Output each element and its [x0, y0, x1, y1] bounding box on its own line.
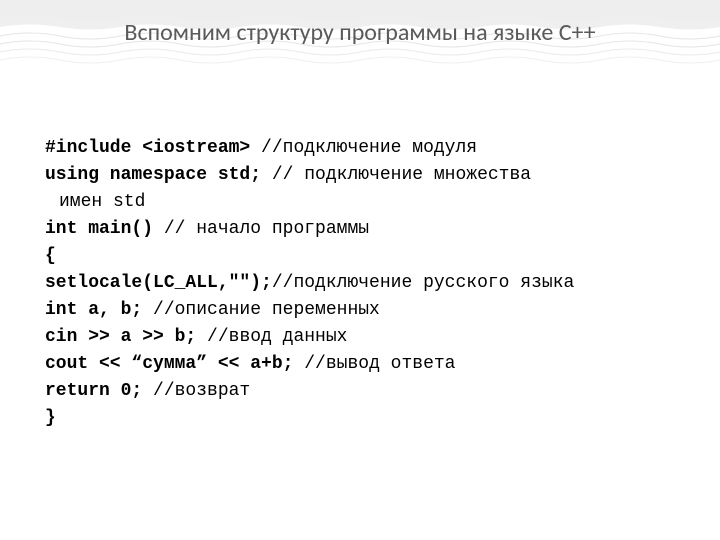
- code-line-8: cout << “сумма” << a+b; //вывод ответа: [45, 351, 685, 378]
- code-keyword: int main(): [45, 219, 153, 239]
- code-comment: // начало программы: [153, 219, 369, 239]
- code-block: #include <iostream> //подключение модуля…: [45, 135, 685, 432]
- code-comment: //возврат: [142, 381, 250, 401]
- slide: Вспомним структуру программы на языке С+…: [0, 0, 720, 540]
- code-comment: //описание переменных: [142, 300, 380, 320]
- code-brace: }: [45, 408, 56, 428]
- code-keyword: setlocale(LC_ALL,"");: [45, 273, 272, 293]
- code-line-3: int main() // начало программы: [45, 216, 685, 243]
- code-comment-cont: имен std: [45, 189, 685, 216]
- code-line-9: return 0; //возврат: [45, 378, 685, 405]
- code-line-6: int a, b; //описание переменных: [45, 297, 685, 324]
- code-line-7: cin >> a >> b; //ввод данных: [45, 324, 685, 351]
- code-comment: // подключение множества: [261, 165, 531, 185]
- code-line-4: {: [45, 243, 685, 270]
- code-brace: {: [45, 246, 56, 266]
- code-line-2: using namespace std; // подключение множ…: [45, 162, 685, 216]
- code-line-1: #include <iostream> //подключение модуля: [45, 135, 685, 162]
- code-keyword: int a, b;: [45, 300, 142, 320]
- code-comment: //подключение модуля: [250, 138, 477, 158]
- code-keyword: return 0;: [45, 381, 142, 401]
- code-keyword: cout << “сумма” << a+b;: [45, 354, 293, 374]
- code-line-5: setlocale(LC_ALL,"");//подключение русск…: [45, 270, 685, 297]
- slide-title: Вспомним структуру программы на языке С+…: [0, 18, 720, 47]
- code-comment: //вывод ответа: [293, 354, 455, 374]
- code-keyword: using namespace std;: [45, 165, 261, 185]
- code-comment: //подключение русского языка: [272, 273, 574, 293]
- code-line-10: }: [45, 405, 685, 432]
- code-keyword: #include <iostream>: [45, 138, 250, 158]
- code-comment: //ввод данных: [196, 327, 347, 347]
- code-keyword: cin >> a >> b;: [45, 327, 196, 347]
